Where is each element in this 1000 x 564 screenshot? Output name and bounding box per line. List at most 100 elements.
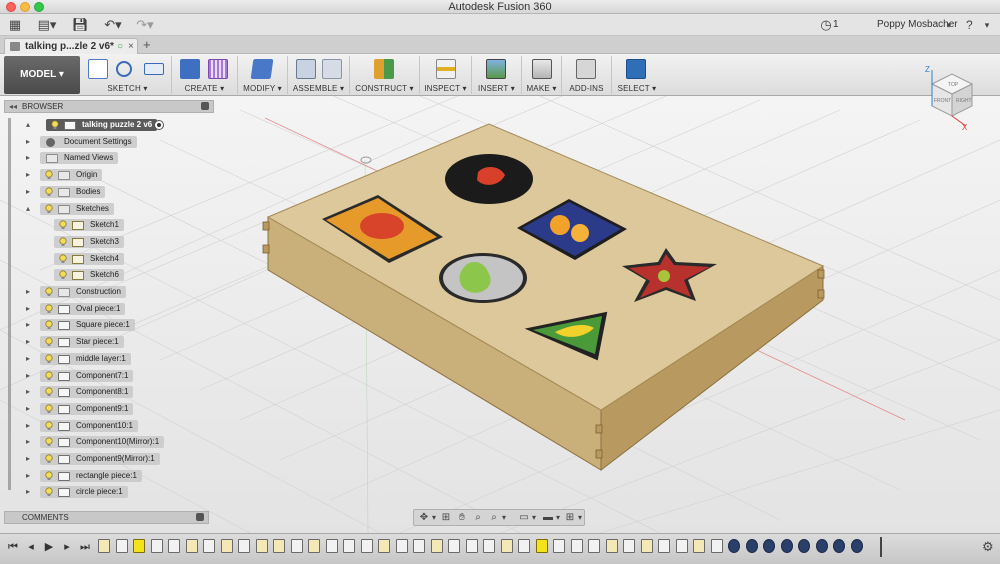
timeline-feature-icon[interactable] [413,539,425,553]
browser-item-component7[interactable]: ▸ Component7:1 [4,369,204,383]
grid-chevron-down-icon[interactable]: ▾ [554,512,562,524]
view-cube[interactable]: TOP FRONT RIGHT Z X [922,64,982,130]
timeline-play-icon[interactable]: ▶ [42,540,56,554]
visibility-lightbulb-icon[interactable] [44,304,54,314]
orbit-icon[interactable]: ✥ [418,512,430,524]
browser-item-sketch3[interactable]: Sketch3 [4,235,204,249]
visibility-lightbulb-icon[interactable] [58,253,68,264]
new-component-icon[interactable] [296,59,316,79]
construct-group[interactable]: CONSTRUCT ▾ [350,56,420,94]
browser-item-circle-piece[interactable]: ▸ circle piece:1 [4,485,204,499]
collapsed-chevron-icon[interactable]: ▸ [26,452,34,466]
timeline-step-back-icon[interactable]: ◂ [24,540,38,554]
timeline-feature-icon[interactable] [395,539,408,553]
visibility-lightbulb-icon[interactable] [44,437,54,447]
timeline-feature-icon[interactable] [570,539,583,553]
select-cursor-icon[interactable] [626,59,646,79]
timeline-step-forward-icon[interactable]: ▸ [60,540,74,554]
press-pull-icon[interactable] [250,59,274,79]
orbit-chevron-down-icon[interactable]: ▾ [430,512,438,524]
visibility-lightbulb-icon[interactable] [58,237,68,247]
timeline-feature-sketch-icon[interactable] [308,539,320,553]
visibility-lightbulb-icon[interactable] [44,454,54,464]
timeline-feature-icon[interactable] [710,539,723,553]
grid-settings-icon[interactable]: ▬ [542,512,554,524]
visibility-lightbulb-icon[interactable] [58,270,68,280]
expanded-chevron-icon[interactable]: ▴ [26,118,34,132]
timeline-feature-body-icon[interactable] [728,539,740,553]
joint-icon[interactable] [322,59,342,79]
collapsed-chevron-icon[interactable]: ▸ [26,369,34,383]
timeline-feature-icon[interactable] [150,539,163,553]
viewports-icon[interactable]: ⊞ [564,512,576,524]
timeline-feature-icon[interactable] [325,539,338,553]
help-icon[interactable]: ? [966,17,973,33]
visibility-lightbulb-icon[interactable] [44,354,54,364]
timeline-feature-sketch-icon[interactable] [273,539,285,553]
timeline-feature-body-icon[interactable] [850,539,863,553]
redo-icon[interactable]: ↷▾ [132,17,158,33]
visibility-lightbulb-icon[interactable] [44,170,54,180]
insert-menu[interactable]: INSERT ▾ [472,84,521,93]
timeline-feature-sketch-icon[interactable] [378,539,390,553]
viewports-chevron-down-icon[interactable]: ▾ [576,512,584,524]
zoom-icon[interactable]: ⌕ [472,512,484,524]
comments-toggle-icon[interactable] [196,513,204,521]
visibility-lightbulb-icon[interactable] [44,187,54,197]
browser-item-component8[interactable]: ▸ Component8:1 [4,385,204,399]
visibility-lightbulb-icon[interactable] [44,337,54,347]
browser-item-root[interactable]: ▴ talking puzzle 2 v6 [4,118,204,132]
browser-item-component10[interactable]: ▸ Component10:1 [4,419,204,433]
activate-component-radio[interactable] [154,120,164,130]
timeline-feature-icon[interactable] [553,539,565,553]
create-sketch-icon[interactable] [88,59,108,79]
timeline-track[interactable] [98,538,888,558]
timeline-feature-icon[interactable] [588,539,600,553]
collapsed-chevron-icon[interactable]: ▸ [26,285,34,299]
job-status-icon[interactable]: ◷ [820,17,832,33]
visibility-lightbulb-icon[interactable] [44,471,54,481]
job-status-count[interactable]: 1 [833,17,839,33]
visibility-lightbulb-icon[interactable] [44,404,54,414]
collapsed-chevron-icon[interactable]: ▸ [26,419,34,433]
collapsed-chevron-icon[interactable]: ▸ [26,302,34,316]
browser-item-oval-piece[interactable]: ▸ Oval piece:1 [4,302,204,316]
browser-item-component10-mirror[interactable]: ▸ Component10(Mirror):1 [4,435,204,449]
timeline-feature-icon[interactable] [360,539,373,553]
timeline-feature-sketch-icon[interactable] [185,539,198,553]
timeline-feature-icon[interactable] [203,539,215,553]
collapsed-chevron-icon[interactable]: ▸ [26,318,34,332]
close-window-button[interactable] [6,2,16,12]
browser-item-bodies[interactable]: ▸ Bodies [4,185,204,199]
form-icon[interactable] [208,59,228,79]
collapsed-chevron-icon[interactable]: ▸ [26,352,34,366]
select-menu[interactable]: SELECT ▾ [612,84,662,93]
timeline-feature-body-icon[interactable] [745,539,758,553]
timeline-feature-sketch-icon[interactable] [535,539,548,553]
measure-icon[interactable] [436,59,456,79]
visibility-lightbulb-icon[interactable] [44,387,54,397]
collapsed-chevron-icon[interactable]: ▸ [26,435,34,449]
timeline-go-to-end-icon[interactable]: ⏭ [78,540,92,554]
visibility-lightbulb-icon[interactable] [44,320,54,330]
timeline-feature-sketch-icon[interactable] [640,539,653,553]
3d-print-icon[interactable] [532,59,552,79]
data-panel-grid-icon[interactable]: ▦ [8,17,22,33]
timeline-feature-icon[interactable] [238,539,250,553]
user-chevron-down-icon[interactable]: ▾ [944,17,954,33]
display-chevron-down-icon[interactable]: ▾ [530,512,538,524]
timeline-feature-icon[interactable] [658,539,670,553]
timeline-feature-sketch-icon[interactable] [430,539,443,553]
zoom-window-icon[interactable]: ⌕ [488,512,500,524]
modify-group[interactable]: MODIFY ▾ [238,56,288,94]
scripts-add-ins-icon[interactable] [576,59,596,79]
browser-item-origin[interactable]: ▸ Origin [4,168,204,182]
timeline-feature-sketch-icon[interactable] [500,539,513,553]
timeline-feature-icon[interactable] [675,539,688,553]
line-icon[interactable] [116,61,132,77]
visibility-lightbulb-icon[interactable] [44,420,54,431]
timeline-feature-body-icon[interactable] [798,539,810,553]
select-group[interactable]: SELECT ▾ [612,56,662,94]
expanded-chevron-icon[interactable]: ▴ [26,202,34,216]
offset-plane-icon[interactable] [374,59,394,79]
